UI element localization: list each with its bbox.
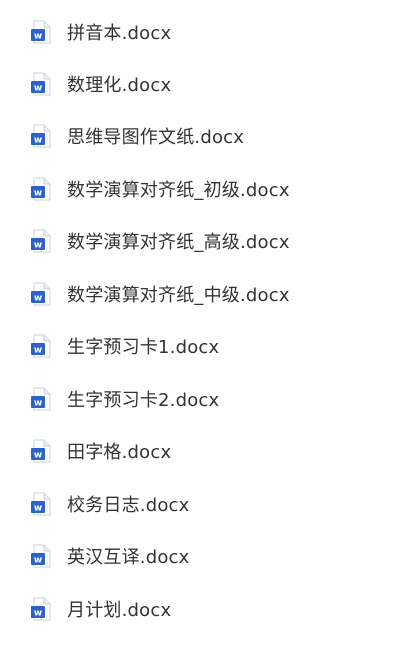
file-name: 生字预习卡1.docx xyxy=(67,337,220,358)
svg-text:w: w xyxy=(34,346,42,356)
word-doc-icon: w xyxy=(31,229,52,253)
file-row[interactable]: w 月计划.docx xyxy=(0,589,401,629)
file-row[interactable]: w 田字格.docx xyxy=(0,431,401,471)
svg-text:w: w xyxy=(34,189,42,199)
file-name: 月计划.docx xyxy=(67,600,172,621)
file-name: 数学演算对齐纸_高级.docx xyxy=(67,232,290,253)
svg-text:w: w xyxy=(34,504,42,514)
file-name: 英汉互译.docx xyxy=(67,547,190,568)
svg-text:w: w xyxy=(34,84,42,94)
word-doc-icon: w xyxy=(31,387,52,411)
svg-text:w: w xyxy=(34,32,42,42)
file-name: 校务日志.docx xyxy=(67,495,190,516)
file-row[interactable]: w 数学演算对齐纸_高级.docx xyxy=(0,221,401,261)
word-doc-icon: w xyxy=(31,439,52,463)
file-row[interactable]: w 数学演算对齐纸_初级.docx xyxy=(0,169,401,209)
file-row[interactable]: w 生字预习卡1.docx xyxy=(0,326,401,366)
file-row[interactable]: w 数学演算对齐纸_中级.docx xyxy=(0,274,401,314)
word-doc-icon: w xyxy=(31,492,52,516)
word-doc-icon: w xyxy=(31,282,52,306)
file-row[interactable]: w 生字预习卡2.docx xyxy=(0,379,401,419)
word-doc-icon: w xyxy=(31,544,52,568)
svg-text:w: w xyxy=(34,609,42,619)
svg-text:w: w xyxy=(34,241,42,251)
file-name: 数理化.docx xyxy=(67,75,172,96)
svg-text:w: w xyxy=(34,294,42,304)
file-row[interactable]: w 思维导图作文纸.docx xyxy=(0,116,401,156)
word-doc-icon: w xyxy=(31,177,52,201)
file-row[interactable]: w 英汉互译.docx xyxy=(0,536,401,576)
svg-text:w: w xyxy=(34,451,42,461)
file-name: 数学演算对齐纸_初级.docx xyxy=(67,180,290,201)
file-name: 拼音本.docx xyxy=(67,23,172,44)
file-name: 田字格.docx xyxy=(67,442,172,463)
file-name: 思维导图作文纸.docx xyxy=(67,127,245,148)
svg-text:w: w xyxy=(34,399,42,409)
svg-text:w: w xyxy=(34,136,42,146)
word-doc-icon: w xyxy=(31,334,52,358)
file-list: w 拼音本.docx w 数理化.docx w 思维导图作文纸.docx w 数… xyxy=(0,0,401,647)
file-name: 数学演算对齐纸_中级.docx xyxy=(67,285,290,306)
word-doc-icon: w xyxy=(31,72,52,96)
svg-text:w: w xyxy=(34,556,42,566)
word-doc-icon: w xyxy=(31,20,52,44)
file-row[interactable]: w 数理化.docx xyxy=(0,64,401,104)
file-row[interactable]: w 拼音本.docx xyxy=(0,12,401,52)
word-doc-icon: w xyxy=(31,597,52,621)
file-row[interactable]: w 校务日志.docx xyxy=(0,484,401,524)
file-name: 生字预习卡2.docx xyxy=(67,390,220,411)
word-doc-icon: w xyxy=(31,124,52,148)
